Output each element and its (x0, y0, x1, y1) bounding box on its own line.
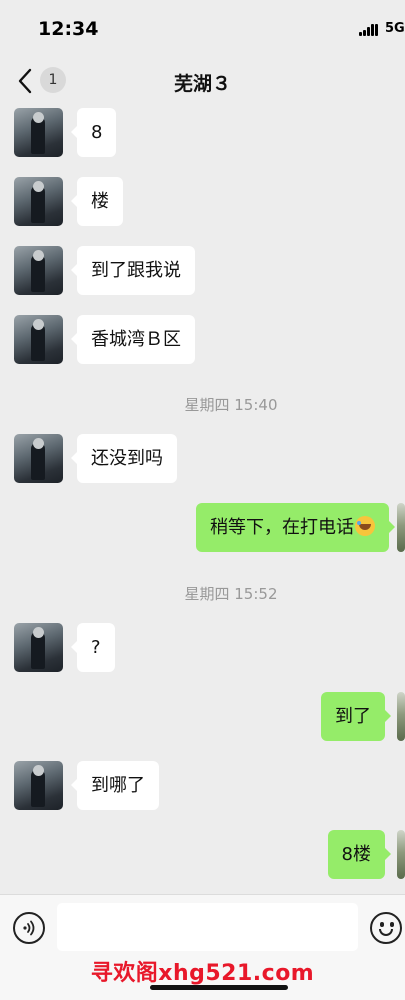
unread-badge[interactable]: 1 (40, 67, 66, 93)
watermark: 寻欢阁xhg521.com (90, 961, 315, 986)
contact-avatar[interactable] (14, 108, 63, 157)
smile-icon-eye (390, 922, 394, 927)
emoji-button[interactable] (370, 912, 402, 944)
my-avatar[interactable] (397, 503, 405, 552)
status-bar: 12:34 5G (0, 0, 405, 56)
message-input[interactable] (57, 903, 358, 951)
contact-avatar[interactable] (14, 623, 63, 672)
message-timestamp: 星期四 15:52 (184, 585, 278, 603)
home-indicator[interactable] (150, 985, 288, 990)
message-bubble-incoming[interactable]: 到哪了 (71, 761, 159, 810)
contact-avatar[interactable] (14, 315, 63, 364)
chat-header: 1 芜湖３ (0, 56, 405, 106)
contact-avatar[interactable] (14, 761, 63, 810)
contact-avatar[interactable] (14, 434, 63, 483)
message-bubble-incoming[interactable]: 香城湾Ｂ区 (71, 315, 195, 364)
laugh-tears-emoji-icon (355, 516, 375, 536)
message-bubble-incoming[interactable]: 楼 (71, 177, 123, 226)
message-bubble-incoming[interactable]: 到了跟我说 (71, 246, 195, 295)
contact-avatar[interactable] (14, 177, 63, 226)
message-bubble-outgoing[interactable]: 8楼 (327, 830, 392, 879)
network-type: 5G (385, 21, 405, 36)
status-time: 12:34 (38, 18, 99, 40)
message-bubble-outgoing[interactable]: 稍等下，在打电话 (196, 503, 395, 552)
voice-wave-icon (23, 920, 35, 936)
message-bubble-incoming[interactable]: 还没到吗 (71, 434, 177, 483)
smile-icon (380, 922, 384, 927)
chat-title: 芜湖３ (173, 73, 231, 95)
message-list[interactable]: 8 楼 到了跟我说 香城湾Ｂ区 星期四 15:40 还没到吗 稍等下，在打电话 … (0, 106, 405, 894)
my-avatar[interactable] (397, 692, 405, 741)
message-bubble-incoming[interactable]: 8 (70, 108, 117, 157)
smile-icon-mouth (379, 929, 393, 936)
voice-input-button[interactable] (13, 912, 45, 944)
message-bubble-incoming[interactable]: ? (71, 623, 115, 672)
message-timestamp: 星期四 15:40 (184, 396, 278, 414)
message-bubble-outgoing[interactable]: 到了 (321, 692, 391, 741)
message-text: 稍等下，在打电话 (210, 517, 354, 538)
signal-icon (359, 24, 379, 36)
back-chevron-icon[interactable] (16, 66, 36, 96)
contact-avatar[interactable] (14, 246, 63, 295)
my-avatar[interactable] (397, 830, 405, 879)
